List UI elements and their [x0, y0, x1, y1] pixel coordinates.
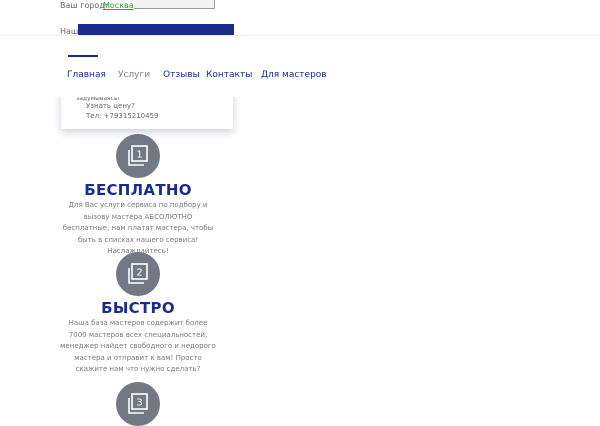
city-label: Ваш город: — [60, 1, 108, 10]
filter-3-icon: 3 — [128, 393, 148, 414]
filter-1-icon: 1 — [128, 145, 148, 166]
feature-title: БЫСТРО — [101, 299, 175, 317]
nav-item-services[interactable]: Услуги — [118, 70, 150, 80]
feature-icon-circle: 3 — [116, 382, 160, 426]
feature-fast: 2 БЫСТРО Наша база мастеров содержит бол… — [60, 252, 216, 376]
svg-text:1: 1 — [136, 150, 142, 161]
feature-description: Наша база мастеров содержит более 7000 м… — [60, 319, 216, 373]
nav-item-home[interactable]: Главная — [67, 70, 106, 80]
feature-third: 3 — [60, 382, 216, 426]
svg-text:2: 2 — [136, 268, 142, 279]
phone-text[interactable]: Тел: +79315210459 — [86, 112, 159, 120]
nav-active-indicator — [68, 55, 98, 57]
feature-icon-circle: 2 — [116, 252, 160, 296]
city-select-box[interactable] — [134, 0, 215, 9]
feature-icon-circle: 1 — [116, 134, 160, 178]
nav-item-for-masters[interactable]: Для мастеров — [261, 70, 327, 80]
feature-description: Для Вас услуги сервиса по подбору и вызо… — [62, 201, 214, 255]
city-link[interactable]: Москва — [103, 1, 134, 10]
nav-item-contacts[interactable]: Контакты — [206, 70, 252, 80]
location-card: Ваш город: Москва Наш адрес: — [60, 0, 234, 36]
filter-2-icon: 2 — [128, 263, 148, 284]
price-link[interactable]: Узнать цену? — [86, 102, 135, 110]
main-nav: Главная Услуги Отзывы Контакты Для масте… — [0, 35, 600, 97]
svg-text:3: 3 — [136, 398, 142, 409]
nav-item-reviews[interactable]: Отзывы — [163, 70, 200, 80]
feature-free: 1 БЕСПЛАТНО Для Вас услуги сервиса по по… — [60, 134, 216, 258]
feature-title: БЕСПЛАТНО — [84, 181, 192, 199]
